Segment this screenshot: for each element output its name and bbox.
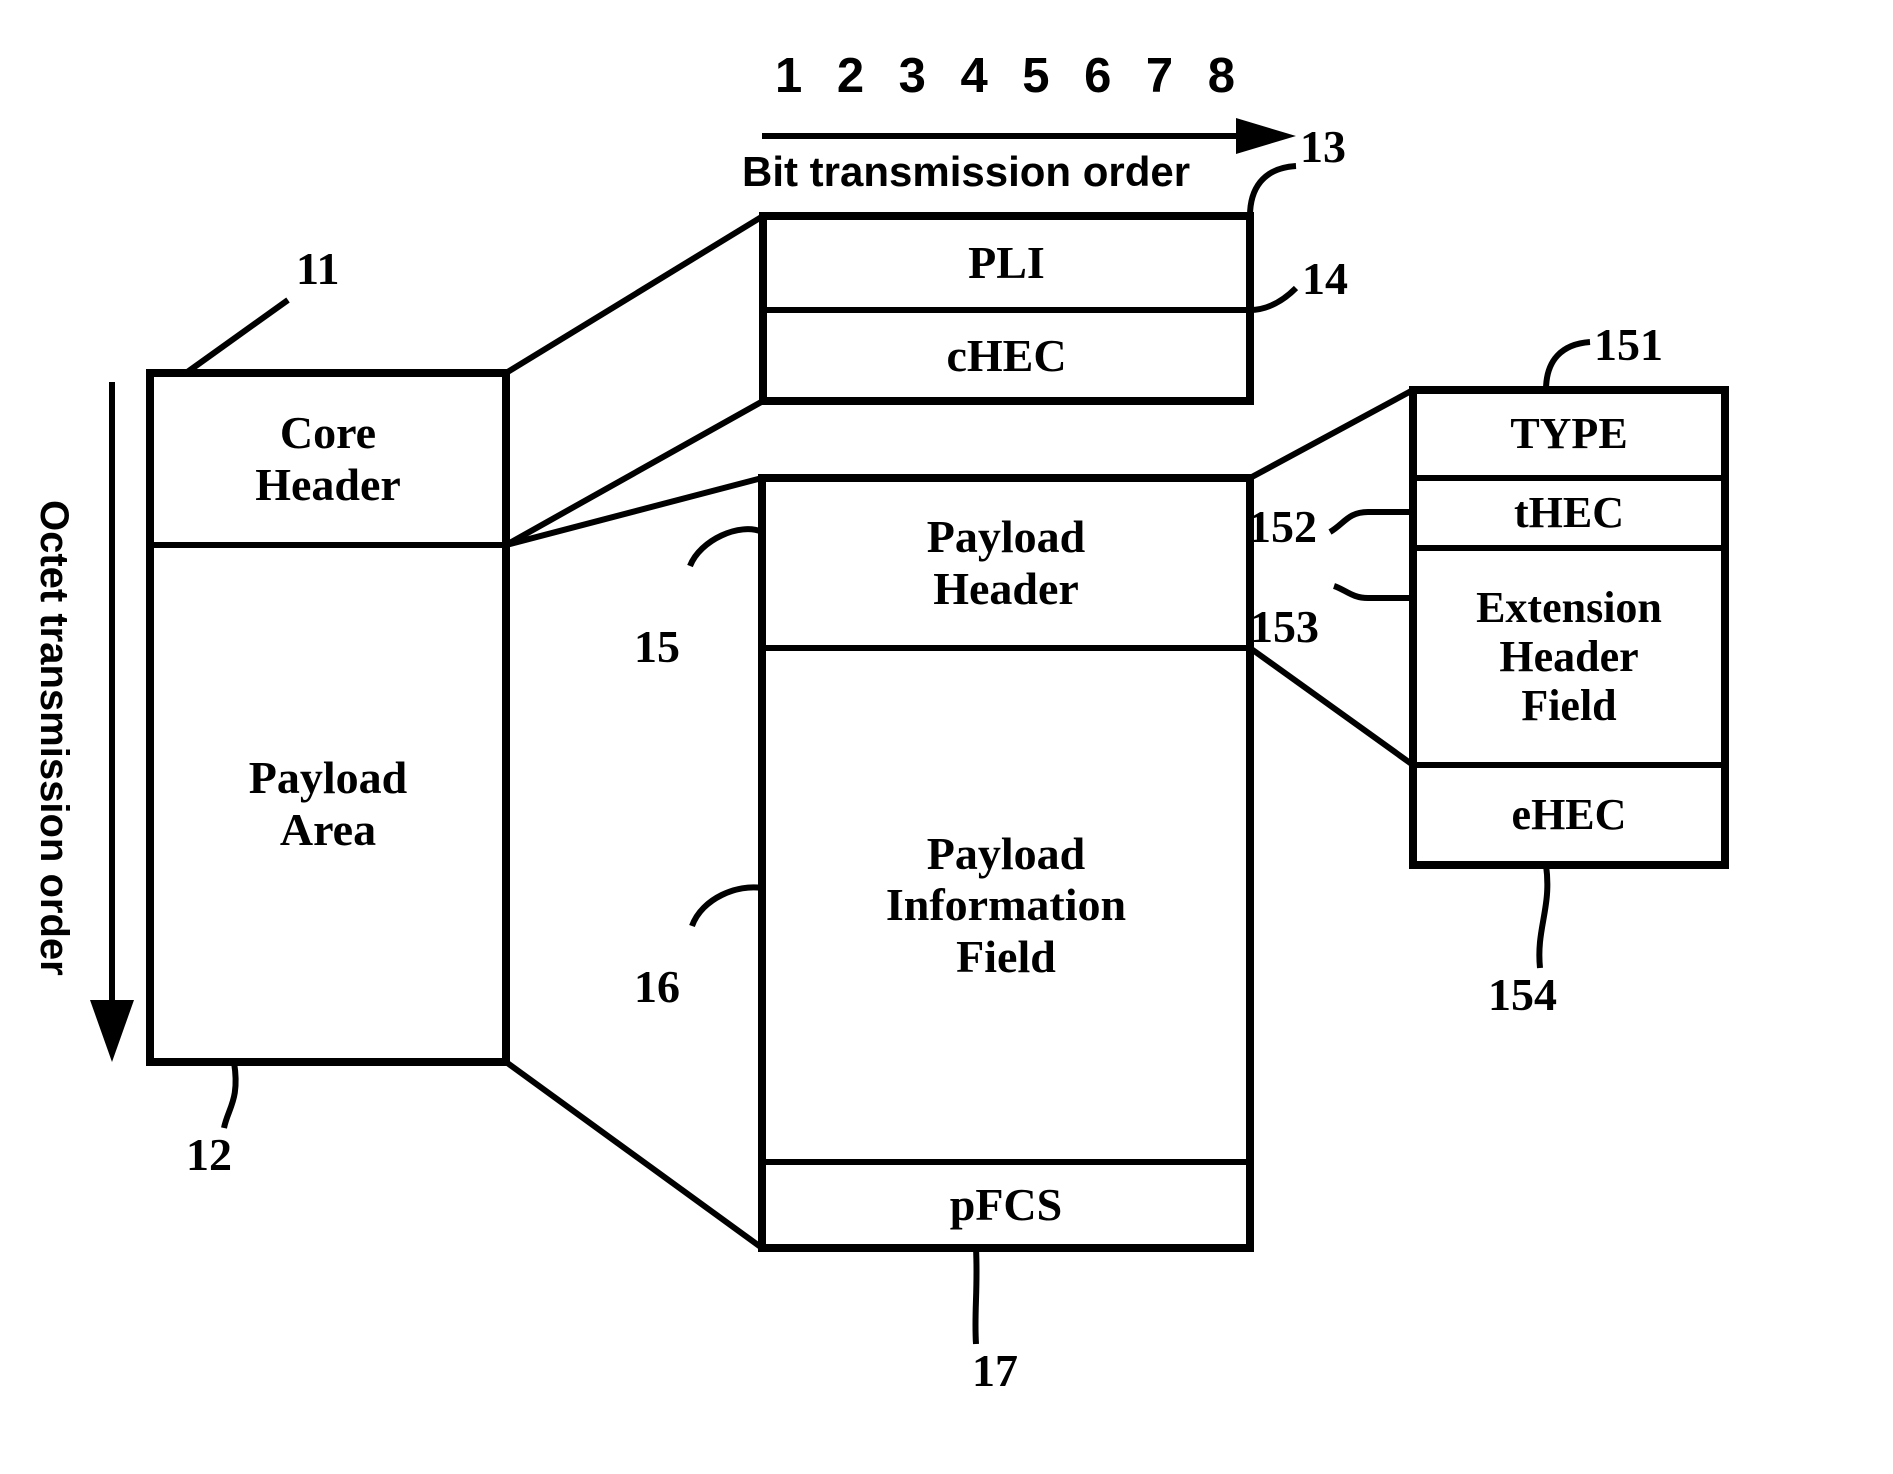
leader-11 (184, 297, 290, 376)
ref-numeral-11: 11 (296, 243, 340, 294)
cell-ehec: eHEC (1511, 790, 1627, 840)
core-header-line-1: Core (279, 407, 377, 459)
extension-header-line-1: Extension (1476, 582, 1662, 632)
leader-14 (1249, 285, 1299, 313)
payload-header-line-2: Header (933, 563, 1079, 614)
ref-numeral-154: 154 (1488, 969, 1557, 1020)
ref-numeral-151: 151 (1594, 319, 1663, 370)
bit-number: 3 (898, 49, 926, 103)
leader-151 (1543, 339, 1591, 391)
leader-17 (972, 1247, 980, 1345)
ref-numeral-12: 12 (186, 1129, 232, 1180)
ref-numeral-153: 153 (1250, 601, 1319, 652)
ref-numeral-14: 14 (1302, 253, 1348, 304)
bit-number: 7 (1145, 49, 1174, 103)
ref-numeral-17: 17 (972, 1345, 1018, 1396)
fan-core-header (504, 213, 765, 548)
bit-transmission-order-label: Bit transmission order (742, 148, 1191, 195)
cell-payload-information-field: Payload Information Field (762, 648, 1250, 1162)
cell-thec: tHEC (1514, 488, 1624, 538)
core-header-line-2: Header (255, 459, 401, 510)
bit-number: 2 (836, 49, 865, 103)
bit-number-row: 1 2 3 4 5 6 7 8 (775, 48, 1235, 104)
leader-152 (1328, 509, 1413, 535)
leader-154 (1536, 864, 1551, 969)
fan-payload-header (1248, 387, 1415, 768)
bit-number: 8 (1207, 49, 1235, 103)
payload-header-line-1: Payload (926, 511, 1086, 563)
cell-core-header: Core Header (150, 373, 506, 545)
bit-number: 1 (775, 49, 803, 103)
payload-info-line-3: Field (956, 930, 1056, 982)
ref-numeral-13: 13 (1300, 121, 1346, 172)
payload-area-line-1: Payload (248, 751, 408, 803)
cell-chec: cHEC (946, 329, 1067, 381)
ref-numeral-152: 152 (1248, 501, 1317, 552)
cell-pli: PLI (968, 237, 1045, 289)
cell-payload-header: Payload Header (762, 478, 1250, 648)
fan-payload-area (504, 475, 764, 1251)
ref-numeral-15: 15 (634, 621, 680, 672)
cell-pfcs: pFCS (949, 1179, 1063, 1231)
bit-number: 6 (1084, 49, 1112, 103)
leader-153 (1332, 583, 1413, 601)
extension-header-line-2: Header (1499, 631, 1639, 681)
cell-payload-area: Payload Area (150, 545, 506, 1062)
leader-16 (689, 884, 763, 928)
octet-transmission-order-label: Octet transmission order (32, 500, 76, 976)
payload-info-line-1: Payload (926, 827, 1086, 879)
ref-numeral-16: 16 (634, 961, 680, 1012)
bit-number: 4 (960, 49, 988, 103)
cell-type: TYPE (1510, 409, 1628, 459)
leader-12 (221, 1061, 239, 1129)
bit-number: 5 (1022, 49, 1050, 103)
extension-header-line-3: Field (1521, 681, 1617, 731)
leader-13 (1247, 163, 1297, 217)
leader-15 (687, 526, 764, 568)
payload-area-line-2: Area (279, 803, 377, 855)
payload-info-line-2: Information (885, 879, 1127, 931)
octet-transmission-arrow (90, 382, 134, 1062)
cell-extension-header-field: Extension Header Field (1413, 548, 1725, 765)
patent-figure-canvas: 1 2 3 4 5 6 7 8 Bit transmission order O… (0, 0, 1893, 1474)
